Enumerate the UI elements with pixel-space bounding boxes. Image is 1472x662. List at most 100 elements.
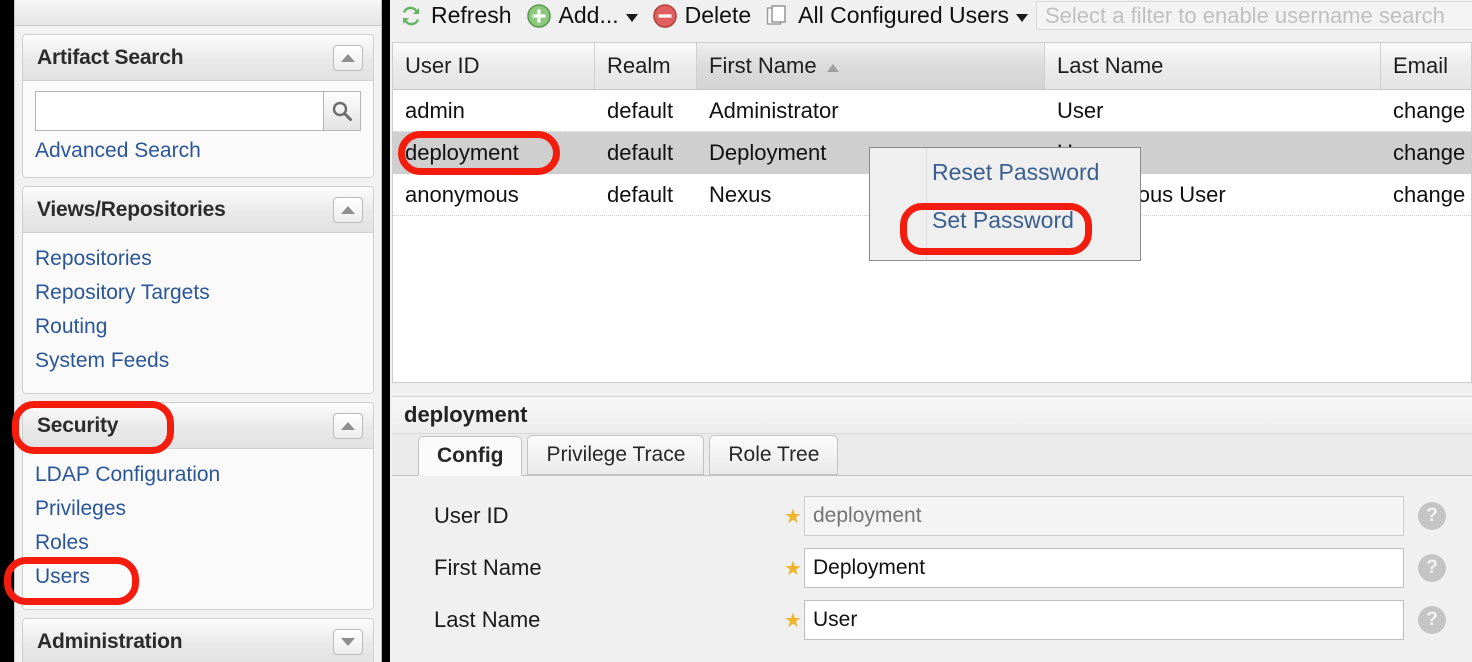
column-header-label: Last Name [1057, 53, 1164, 78]
column-header-label: User ID [405, 53, 480, 78]
list-item: Privileges [35, 493, 361, 525]
magnifier-icon[interactable] [323, 91, 361, 131]
cell-user-id: anonymous [405, 181, 519, 207]
detail-panel: deployment Config Privilege Trace Role T… [392, 396, 1472, 662]
sidebar-item-ldap-configuration[interactable]: LDAP Configuration [35, 459, 220, 491]
artifact-search-row [35, 91, 361, 131]
table-row[interactable]: admin default Administrator User change [393, 90, 1471, 132]
form-row-last-name: Last Name ★ ? [392, 594, 1472, 646]
sidebar-item-repositories[interactable]: Repositories [35, 243, 152, 275]
user-filter-label: All Configured Users [798, 2, 1010, 28]
sidebar-item-routing[interactable]: Routing [35, 311, 107, 343]
tab-role-tree[interactable]: Role Tree [709, 435, 839, 475]
chevron-up-icon[interactable] [333, 412, 363, 439]
sidebar-item-privileges[interactable]: Privileges [35, 493, 126, 525]
cell-user-id: deployment [405, 139, 519, 165]
delete-button[interactable]: Delete [648, 1, 755, 31]
list-item: Repositories [35, 243, 361, 275]
field-label-last-name: Last Name [434, 607, 541, 632]
cell-realm: default [607, 139, 674, 165]
advanced-search-link[interactable]: Advanced Search [35, 139, 361, 163]
user-filter-button[interactable]: All Configured Users [761, 1, 1032, 31]
tab-config[interactable]: Config [418, 436, 523, 476]
panel-administration: Administration [22, 618, 374, 662]
context-menu: Reset Password Set Password [869, 147, 1141, 261]
cell-realm: default [607, 181, 674, 207]
main-content: Refresh Add... Delete All Configured Use… [390, 0, 1472, 662]
artifact-search-input[interactable] [35, 91, 323, 131]
chevron-down-icon[interactable] [333, 628, 363, 655]
help-circle-icon[interactable]: ? [1418, 554, 1446, 582]
add-circle-icon [526, 3, 552, 29]
caret-down-icon [625, 13, 638, 22]
panel-header-security[interactable]: Security [23, 403, 373, 449]
column-header-realm[interactable]: Realm [595, 43, 697, 89]
delete-label: Delete [684, 2, 752, 28]
menu-item-reset-password[interactable]: Reset Password [870, 148, 1140, 196]
refresh-icon [398, 3, 424, 29]
cell-user-id: admin [405, 97, 465, 123]
required-star-icon: ★ [784, 609, 802, 632]
nav-list-views-repositories: Repositories Repository Targets Routing … [35, 243, 361, 377]
column-header-label: Email [1393, 53, 1449, 78]
list-item: Roles [35, 527, 361, 559]
cell-last-name: User [1057, 97, 1104, 123]
application-window: Artifact Search Advanced Search Views/Re… [0, 0, 1472, 662]
column-header-first-name[interactable]: First Name [697, 43, 1045, 89]
column-header-label: Realm [607, 53, 671, 78]
panel-header-administration[interactable]: Administration [23, 619, 373, 662]
field-label-first-name: First Name [434, 555, 542, 580]
username-search-input[interactable] [1036, 1, 1472, 30]
detail-tabs: Config Privilege Trace Role Tree [392, 434, 1472, 476]
panel-security: Security LDAP Configuration Privileges R… [22, 402, 374, 610]
last-name-field[interactable] [804, 600, 1404, 640]
user-id-field[interactable] [804, 496, 1404, 536]
cell-realm: default [607, 97, 674, 123]
list-item: Routing [35, 311, 361, 343]
chevron-up-icon[interactable] [333, 44, 363, 71]
panel-artifact-search: Artifact Search Advanced Search [22, 34, 374, 178]
chevron-up-icon[interactable] [333, 196, 363, 223]
help-circle-icon[interactable]: ? [1418, 606, 1446, 634]
panel-header-views-repositories[interactable]: Views/Repositories [23, 187, 373, 233]
users-grid: User ID Realm First Name Last Name Email… [392, 42, 1472, 383]
panel-body-artifact-search: Advanced Search [23, 81, 373, 177]
sidebar-top-strip [15, 0, 381, 26]
field-label-user-id: User ID [434, 503, 509, 528]
form-row-user-id: User ID ★ ? [392, 490, 1472, 542]
list-item: Users [35, 561, 361, 593]
sidebar-item-roles[interactable]: Roles [35, 527, 89, 559]
help-circle-icon[interactable]: ? [1418, 502, 1446, 530]
first-name-field[interactable] [804, 548, 1404, 588]
pages-icon [765, 3, 791, 29]
caret-down-icon [1016, 13, 1029, 22]
cell-first-name: Administrator [709, 97, 839, 123]
panel-header-artifact-search[interactable]: Artifact Search [23, 35, 373, 81]
nav-list-security: LDAP Configuration Privileges Roles User… [35, 459, 361, 593]
column-header-email[interactable]: Email [1381, 43, 1471, 89]
cell-email: change [1393, 181, 1466, 207]
column-header-user-id[interactable]: User ID [393, 43, 595, 89]
detail-panel-title: deployment [392, 397, 1472, 434]
sidebar-item-repository-targets[interactable]: Repository Targets [35, 277, 210, 309]
required-star-icon: ★ [784, 557, 802, 580]
refresh-button[interactable]: Refresh [394, 1, 516, 31]
panel-body-security: LDAP Configuration Privileges Roles User… [23, 449, 373, 609]
toolbar: Refresh Add... Delete All Configured Use… [390, 0, 1472, 31]
sidebar-item-users[interactable]: Users [35, 561, 90, 593]
sidebar: Artifact Search Advanced Search Views/Re… [14, 0, 382, 662]
sidebar-item-system-feeds[interactable]: System Feeds [35, 345, 169, 377]
column-header-last-name[interactable]: Last Name [1045, 43, 1381, 89]
panel-title-administration: Administration [37, 629, 183, 653]
panel-views-repositories: Views/Repositories Repositories Reposito… [22, 186, 374, 394]
tab-privilege-trace[interactable]: Privilege Trace [527, 435, 705, 475]
delete-circle-icon [652, 3, 678, 29]
list-item: System Feeds [35, 345, 361, 377]
panel-title-views-repositories: Views/Repositories [37, 197, 226, 221]
add-button[interactable]: Add... [522, 1, 642, 31]
menu-item-set-password[interactable]: Set Password [870, 196, 1140, 244]
refresh-label: Refresh [431, 2, 512, 28]
required-star-icon: ★ [784, 505, 802, 528]
user-config-form: User ID ★ ? First Name ★ ? Last Name ★ ? [392, 476, 1472, 646]
cell-email: change [1393, 97, 1466, 123]
